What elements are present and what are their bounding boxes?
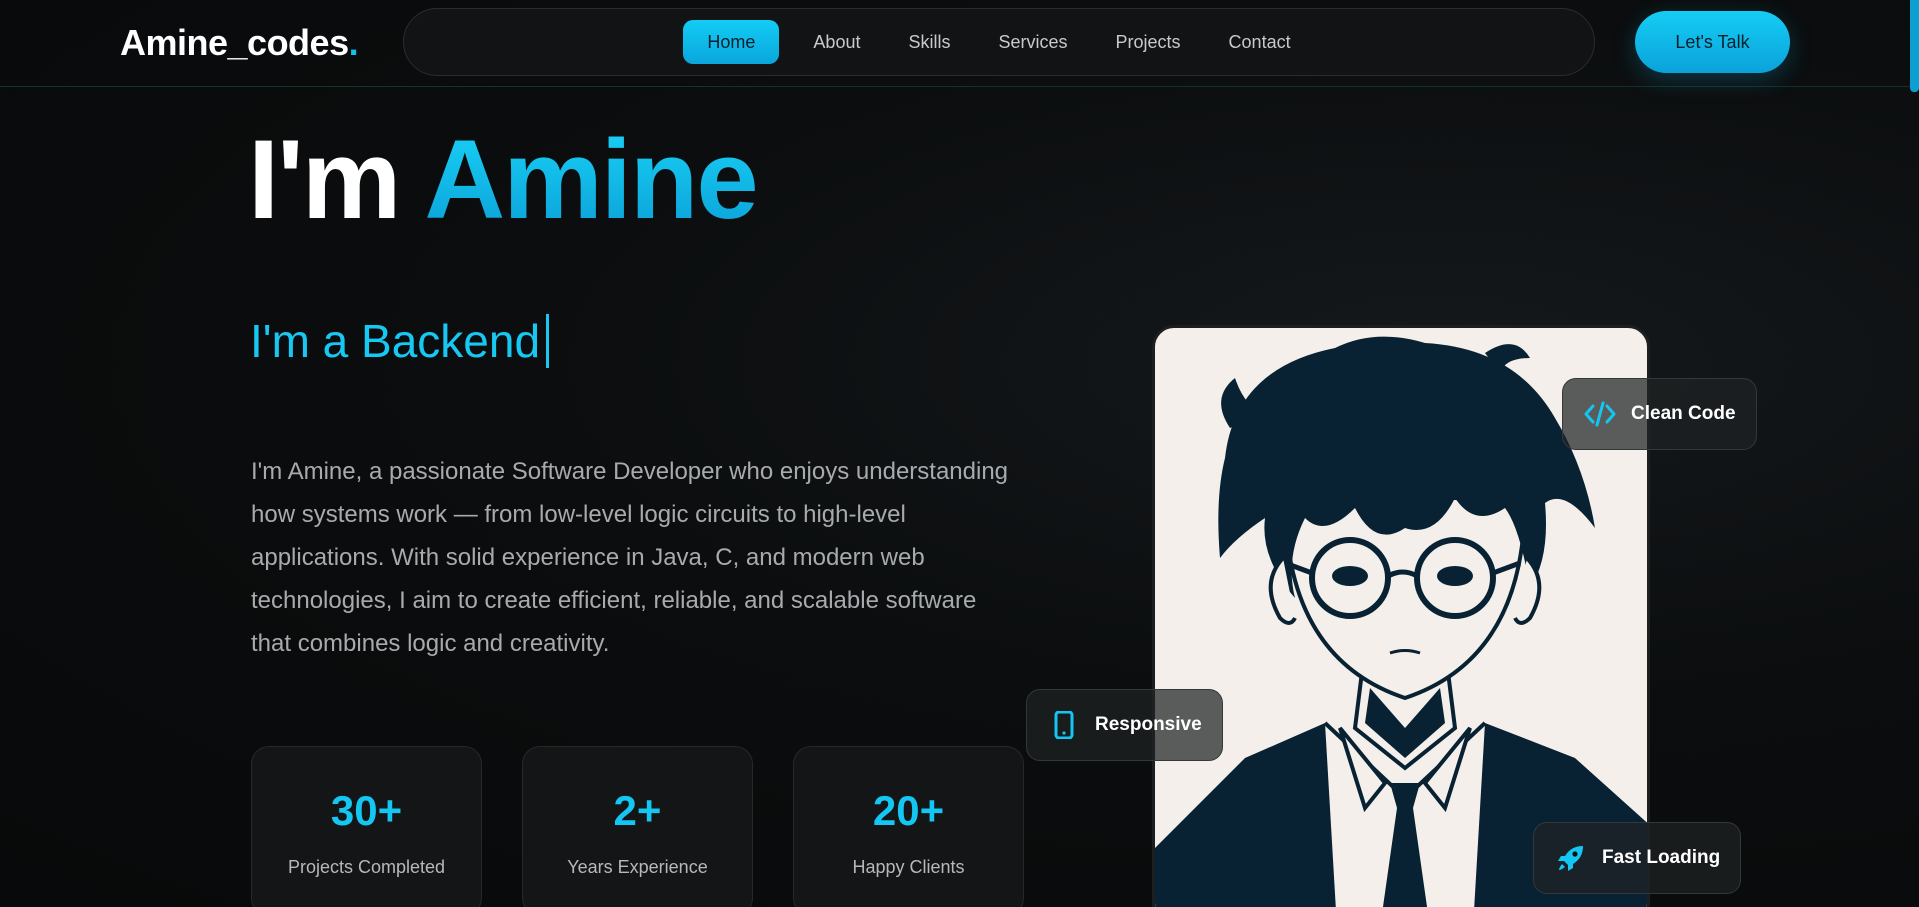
badge-label: Clean Code: [1631, 403, 1736, 424]
badge-fast-loading: Fast Loading: [1533, 822, 1742, 894]
nav-services[interactable]: Services: [974, 20, 1091, 64]
stat-label: Projects Completed: [287, 857, 446, 877]
logo-dot: .: [348, 22, 359, 63]
nav-contact[interactable]: Contact: [1205, 20, 1315, 64]
stat-label: Happy Clients: [852, 857, 965, 877]
hero-title-name: Amine: [424, 117, 758, 242]
site-logo[interactable]: Amine_codes.: [120, 22, 359, 64]
hero-title-prefix: I'm: [248, 117, 401, 242]
badge-label: Responsive: [1095, 714, 1202, 735]
badge-label: Fast Loading: [1602, 847, 1721, 868]
nav-home[interactable]: Home: [683, 20, 780, 64]
mobile-icon: [1047, 708, 1081, 742]
main-nav: Home About Skills Services Projects Cont…: [403, 8, 1595, 76]
badge-responsive: Responsive: [1026, 689, 1223, 761]
typing-text: I'm a Backend: [250, 315, 541, 367]
rocket-icon: [1554, 841, 1588, 875]
hero-title: I'm Amine: [248, 117, 759, 242]
nav-skills[interactable]: Skills: [884, 20, 974, 64]
stat-value: 30+: [330, 787, 403, 834]
stat-label: Years Experience: [567, 857, 708, 877]
lets-talk-button[interactable]: Let's Talk: [1635, 11, 1790, 73]
badge-clean-code: Clean Code: [1562, 378, 1757, 450]
stat-value: 2+: [613, 787, 662, 834]
stat-card-experience: 2+ Years Experience: [522, 746, 753, 907]
nav-projects[interactable]: Projects: [1092, 20, 1205, 64]
stat-card-clients: 20+ Happy Clients: [793, 746, 1024, 907]
site-header: Amine_codes. Home About Skills Services …: [0, 0, 1919, 87]
stat-card-projects: 30+ Projects Completed: [251, 746, 482, 907]
code-icon: [1583, 397, 1617, 431]
hero-bio: I'm Amine, a passionate Software Develop…: [251, 458, 1009, 657]
stat-value: 20+: [872, 787, 945, 834]
typing-subtitle: I'm a Backend: [250, 314, 550, 368]
nav-about[interactable]: About: [789, 20, 884, 64]
page-scrollbar-thumb[interactable]: [1910, 0, 1919, 92]
typing-caret: [546, 314, 550, 368]
logo-text: Amine_codes: [120, 22, 349, 63]
